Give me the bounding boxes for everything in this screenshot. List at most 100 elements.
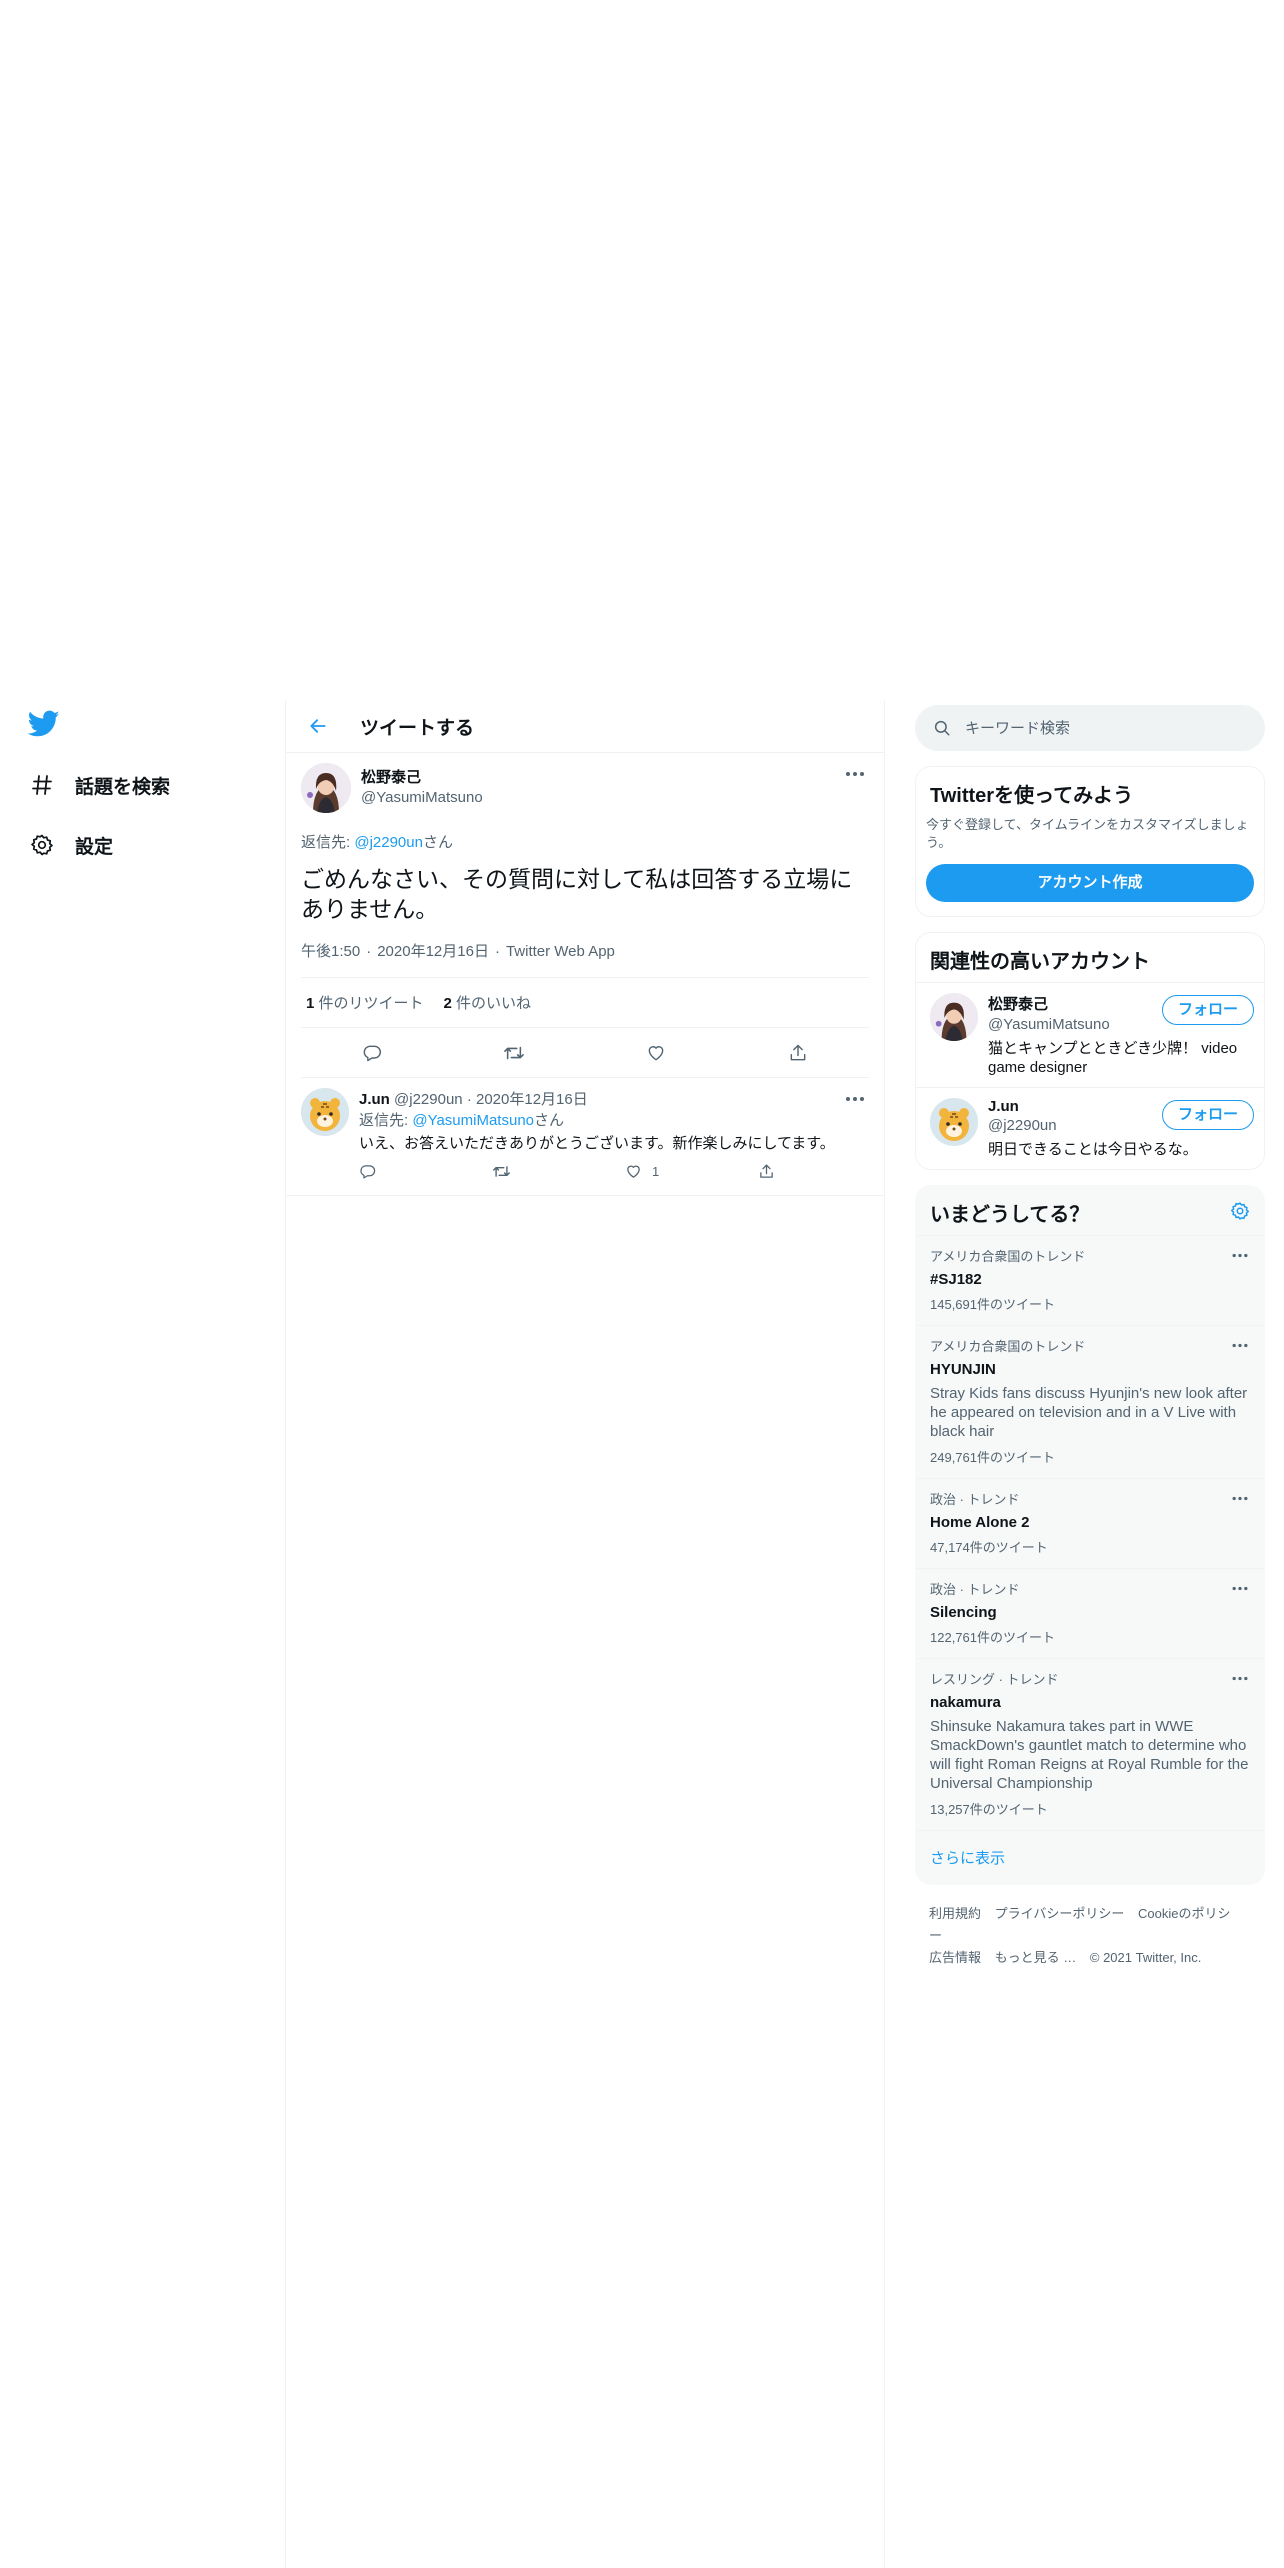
trend-item[interactable]: アメリカ合衆国のトレンド #SJ182 145,691件のツイート <box>916 1235 1264 1325</box>
search-box[interactable] <box>915 705 1265 751</box>
more-horizontal-icon[interactable] <box>1228 1489 1252 1507</box>
follow-button[interactable]: フォロー <box>1161 1100 1254 1130</box>
back-button[interactable] <box>300 708 336 744</box>
reply-button[interactable] <box>355 1036 389 1070</box>
signup-card: Twitterを使ってみよう 今すぐ登録して、タイムラインをカスタマイズしましょ… <box>915 766 1265 917</box>
tweet-text: ごめんなさい、その質問に対して私は回答する立場にありません。 <box>301 866 853 922</box>
trend-name: Silencing <box>930 1604 997 1621</box>
arrow-left-icon <box>310 719 326 733</box>
suggested-account[interactable]: 松野泰己 @YasumiMatsuno 猫とキャンプとときどき少牌！ video… <box>916 982 1264 1087</box>
more-horizontal-icon <box>846 1097 864 1101</box>
reply-context: 返信先: @YasumiMatsunoさん <box>359 1109 891 1130</box>
like-button[interactable]: 1 <box>625 1163 758 1180</box>
likes-count: 2 <box>443 995 452 1012</box>
more-horizontal-icon <box>846 772 864 776</box>
heart-icon <box>648 1045 664 1060</box>
reply-author-handle[interactable]: @j2290un <box>394 1091 463 1108</box>
more-options-button[interactable] <box>841 763 869 785</box>
share-button[interactable] <box>781 1036 815 1070</box>
trend-category: 政治 · トレンド <box>930 1582 1020 1597</box>
reply-header: J.un @j2290un · 2020年12月16日 <box>359 1091 588 1108</box>
author-name[interactable]: 松野泰己 <box>361 766 483 787</box>
account-bio: 猫とキャンプとときどき少牌！ video game designer <box>988 1040 1238 1076</box>
who-to-follow-title: 関連性の高いアカウント <box>930 951 1150 973</box>
trend-item[interactable]: 政治 · トレンド Silencing 122,761件のツイート <box>916 1568 1264 1658</box>
trends-title: いまどうしてる？ <box>930 1204 1090 1226</box>
main-column: ツイートする 松野泰己 @YasumiMatsuno 返信先: @j2290un… <box>285 700 885 2568</box>
trend-category: アメリカ合衆国のトレンド <box>930 1339 1086 1354</box>
like-count: 1 <box>652 1163 660 1179</box>
likes-label: 件のいいね <box>451 995 532 1012</box>
nav-settings-label: 設定 <box>75 836 114 858</box>
trend-item[interactable]: アメリカ合衆国のトレンド HYUNJIN Stray Kids fans dis… <box>916 1325 1264 1478</box>
share-button[interactable] <box>758 1163 891 1180</box>
reply-actions: 1 <box>359 1157 891 1185</box>
signup-description: 今すぐ登録して、タイムラインをカスタマイズしましょう。 <box>926 817 1249 850</box>
trend-item[interactable]: 政治 · トレンド Home Alone 2 47,174件のツイート <box>916 1478 1264 1568</box>
trend-category: 政治 · トレンド <box>930 1492 1020 1507</box>
footer: 利用規約 プライバシーポリシー Cookieのポリシー 広告情報 もっと見る …… <box>915 1885 1265 1987</box>
trend-count: 47,174件のツイート <box>930 1540 1048 1555</box>
avatar[interactable] <box>301 763 351 813</box>
more-horizontal-icon[interactable] <box>1228 1336 1252 1354</box>
account-bio: 明日できることは今日やるな。 <box>988 1141 1198 1158</box>
signup-title: Twitterを使ってみよう <box>930 785 1134 807</box>
retweet-button[interactable] <box>492 1163 625 1180</box>
share-icon <box>790 1044 806 1060</box>
trend-count: 122,761件のツイート <box>930 1630 1055 1645</box>
trend-count: 249,761件のツイート <box>930 1450 1055 1465</box>
trend-description: Stray Kids fans discuss Hyunjin's new lo… <box>930 1385 1248 1440</box>
retweet-icon <box>493 1165 510 1177</box>
page-title: ツイートする <box>360 717 475 739</box>
follow-button[interactable]: フォロー <box>1161 995 1254 1025</box>
trend-count: 13,257件のツイート <box>930 1802 1048 1817</box>
privacy-link[interactable]: プライバシーポリシー <box>995 1906 1125 1921</box>
avatar[interactable] <box>930 993 978 1041</box>
tweet-actions <box>301 1028 869 1078</box>
reply-to-suffix: さん <box>534 1112 565 1129</box>
more-options-button[interactable] <box>841 1088 869 1110</box>
retweet-button[interactable] <box>497 1036 531 1070</box>
reply-date[interactable]: 2020年12月16日 <box>476 1091 588 1108</box>
show-more-link[interactable]: さらに表示 <box>916 1830 1264 1884</box>
nav-explore[interactable]: 話題を検索 <box>28 765 170 805</box>
more-horizontal-icon[interactable] <box>1228 1579 1252 1597</box>
trends-settings-gear-icon[interactable] <box>1230 1201 1250 1225</box>
more-horizontal-icon[interactable] <box>1228 1669 1252 1687</box>
trend-category: アメリカ合衆国のトレンド <box>930 1249 1086 1264</box>
reply-to-link[interactable]: @YasumiMatsuno <box>412 1112 534 1129</box>
tweet-stats: 1 件のリツイート 2 件のいいね <box>301 978 869 1028</box>
reply-button[interactable] <box>359 1163 492 1180</box>
ads-info-link[interactable]: 広告情報 <box>929 1950 981 1965</box>
tweet-source[interactable]: Twitter Web App <box>506 943 615 960</box>
nav-settings[interactable]: 設定 <box>28 825 113 865</box>
more-link[interactable]: もっと見る … <box>995 1950 1077 1965</box>
trends-card: いまどうしてる？ アメリカ合衆国のトレンド #SJ182 145,691件のツイ… <box>915 1185 1265 1885</box>
trend-name: nakamura <box>930 1694 1001 1711</box>
tweet-time[interactable]: 午後1:50 <box>301 943 360 960</box>
avatar[interactable] <box>930 1098 978 1146</box>
focused-tweet: 松野泰己 @YasumiMatsuno 返信先: @j2290unさん ごめんな… <box>286 753 884 1078</box>
avatar[interactable] <box>301 1088 349 1136</box>
likes-stat[interactable]: 2 件のいいね <box>444 992 532 1013</box>
reply-author-name[interactable]: J.un <box>359 1091 390 1108</box>
main-header: ツイートする <box>286 700 884 753</box>
retweet-icon <box>504 1046 524 1059</box>
right-sidebar: Twitterを使ってみよう 今すぐ登録して、タイムラインをカスタマイズしましょ… <box>915 700 1265 1987</box>
create-account-button[interactable]: アカウント作成 <box>926 864 1254 902</box>
trend-item[interactable]: レスリング · トレンド nakamura Shinsuke Nakamura … <box>916 1658 1264 1830</box>
suggested-account[interactable]: J.un @j2290un 明日できることは今日やるな。 フォロー <box>916 1087 1264 1169</box>
reply-to-link[interactable]: @j2290un <box>354 834 423 851</box>
tweet-date[interactable]: 2020年12月16日 <box>377 943 489 960</box>
terms-link[interactable]: 利用規約 <box>929 1906 981 1921</box>
reply-tweet[interactable]: J.un @j2290un · 2020年12月16日 返信先: @Yasumi… <box>286 1078 884 1196</box>
more-horizontal-icon[interactable] <box>1228 1246 1252 1264</box>
like-button[interactable] <box>639 1036 673 1070</box>
search-input[interactable] <box>965 719 1235 737</box>
author-handle[interactable]: @YasumiMatsuno <box>361 789 483 806</box>
comment-icon <box>363 1045 382 1061</box>
tweet-meta: 午後1:50 · 2020年12月16日 · Twitter Web App <box>301 940 869 978</box>
retweets-stat[interactable]: 1 件のリツイート <box>306 992 424 1013</box>
trend-count: 145,691件のツイート <box>930 1297 1055 1312</box>
twitter-bird-icon[interactable] <box>27 710 62 740</box>
